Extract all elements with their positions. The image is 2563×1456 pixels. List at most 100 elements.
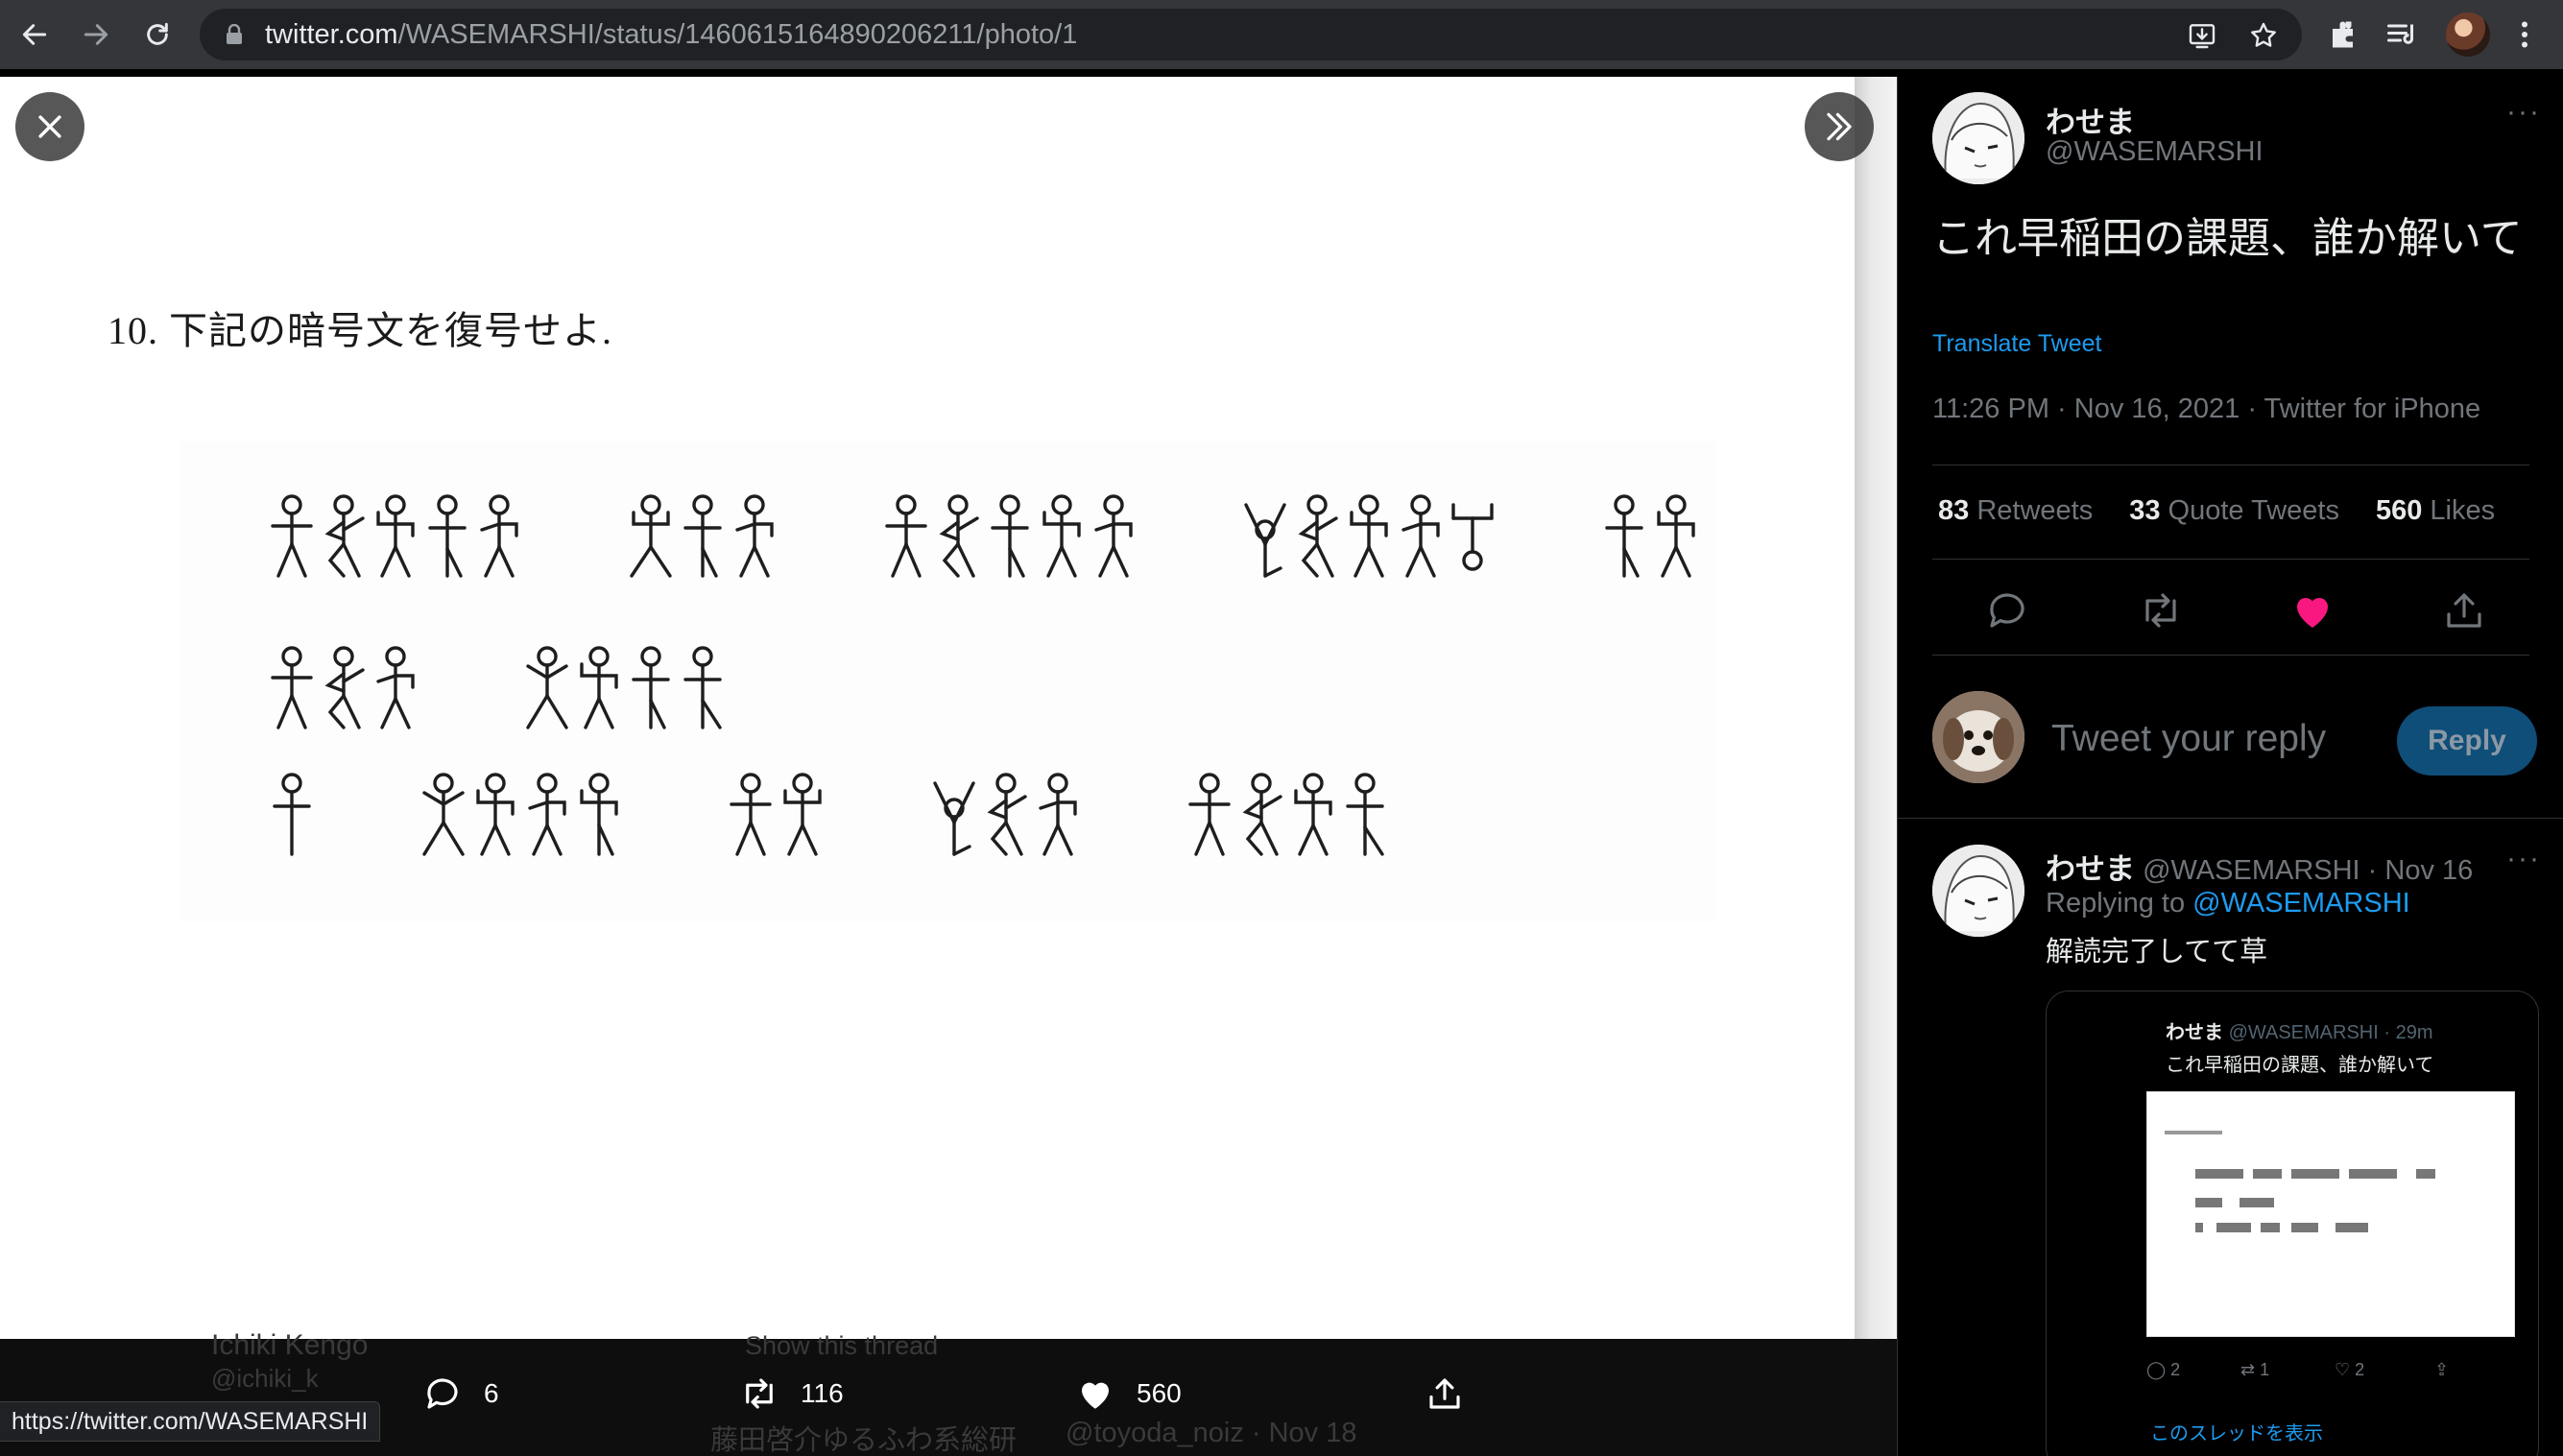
retweets-stat[interactable]: 83 Retweets	[1938, 495, 2093, 527]
divider	[1898, 818, 2563, 819]
forward-button[interactable]	[75, 13, 117, 56]
extensions-puzzle-icon[interactable]	[2327, 17, 2361, 52]
media-queue-icon[interactable]	[2384, 17, 2419, 52]
cipher-row-3	[269, 770, 1494, 861]
more-options-icon[interactable]: ···	[2506, 843, 2541, 875]
replying-to: Replying to @WASEMARSHI	[2046, 888, 2410, 919]
reply-author-name[interactable]: わせま	[2046, 852, 2135, 886]
like-action[interactable]: 560	[1075, 1373, 1182, 1414]
photo-viewer: 10. 下記の暗号文を復号せよ. Ichiki Kengo @ichiki_k …	[0, 69, 1897, 1456]
stick-figure-icon	[1188, 773, 1231, 856]
anime-avatar-icon	[1932, 845, 2024, 937]
reply-bubble-icon[interactable]	[1984, 587, 2030, 633]
stick-figure-icon	[730, 773, 772, 856]
double-chevron-right-icon	[1827, 112, 1852, 141]
stick-figure-icon	[1605, 494, 1643, 578]
tweet-sidebar: わせま @WASEMARSHI ··· これ早稲田の課題、誰か解いて Trans…	[1897, 77, 2563, 1456]
like-count: 560	[1137, 1378, 1182, 1408]
cipher-word	[524, 643, 726, 734]
tweet-meta: 11:26 PM · Nov 16, 2021 · Twitter for iP…	[1932, 394, 2481, 424]
bookmark-star-icon[interactable]	[2248, 20, 2279, 51]
profile-avatar[interactable]	[2446, 12, 2490, 57]
dog-avatar-icon	[1932, 691, 2024, 783]
reply-header: わせま @WASEMARSHI · Nov 16	[2046, 845, 2473, 888]
replying-to-link[interactable]: @WASEMARSHI	[2192, 888, 2410, 919]
stick-figure-icon	[526, 646, 568, 729]
photo-image: 10. 下記の暗号文を復号せよ.	[0, 77, 1855, 1339]
retweet-action[interactable]: 116	[739, 1373, 844, 1414]
stick-figure-icon	[580, 773, 618, 856]
back-button[interactable]	[13, 13, 56, 56]
stick-figure-icon	[580, 646, 618, 729]
stick-figure-icon	[1451, 503, 1494, 571]
ghost-reply-name: Ichiki Kengo	[211, 1329, 369, 1361]
translate-link[interactable]: Translate Tweet	[1932, 330, 2101, 358]
quoted-retweets: ⇄ 1	[2240, 1360, 2270, 1379]
author-avatar[interactable]	[1932, 92, 2024, 184]
stick-figure-icon	[528, 773, 566, 856]
reply-bubble-icon	[427, 1378, 458, 1409]
stick-figure-icon	[1244, 503, 1286, 578]
lock-icon	[227, 24, 242, 44]
ghost-reply-handle-2: @toyoda_noiz · Nov 18	[1066, 1418, 1357, 1448]
my-avatar[interactable]	[1932, 691, 2024, 783]
stick-figure-icon	[273, 773, 311, 856]
heart-icon	[1082, 1382, 1109, 1409]
retweet-icon[interactable]	[2138, 587, 2184, 633]
kebab-menu-icon[interactable]	[2507, 17, 2542, 52]
stick-figure-icon	[683, 646, 722, 729]
reply-author-handle[interactable]: @WASEMARSHI · Nov 16	[2143, 855, 2473, 886]
retweet-count: 116	[801, 1378, 844, 1408]
stick-figure-icon	[1242, 773, 1282, 856]
share-icon[interactable]	[2441, 587, 2487, 633]
stick-figure-icon	[885, 494, 927, 578]
arrow-left-icon	[22, 24, 47, 45]
expand-sidebar-button[interactable]	[1805, 92, 1874, 161]
cipher-word	[269, 770, 315, 861]
stick-figure-icon	[1094, 494, 1133, 578]
stick-figure-icon	[1401, 494, 1440, 578]
show-thread-link[interactable]: このスレッドを表示	[2150, 1418, 2323, 1445]
reply-action[interactable]: 6	[422, 1373, 499, 1414]
reload-button[interactable]	[136, 13, 179, 56]
address-bar[interactable]: twitter.com/WASEMARSHI/status/1460615164…	[200, 9, 2302, 60]
more-options-icon[interactable]: ···	[2506, 96, 2541, 129]
ghost-reply-handle: @ichiki_k	[211, 1364, 319, 1393]
reply-author-avatar[interactable]	[1932, 845, 2024, 937]
reply-count: 6	[484, 1378, 499, 1408]
author-name[interactable]: わせま	[2046, 98, 2135, 141]
quoted-image	[2146, 1091, 2515, 1337]
cipher-word	[269, 643, 419, 734]
cipher-word	[1601, 491, 1699, 583]
stick-figure-icon	[632, 646, 670, 729]
stick-figure-icon	[933, 781, 975, 856]
author-handle[interactable]: @WASEMARSHI	[2046, 136, 2264, 168]
tweet-text: これ早稲田の課題、誰か解いて	[1932, 215, 2523, 262]
cipher-word	[883, 491, 1137, 583]
quote-tweets-stat[interactable]: 33 Quote Tweets	[2129, 495, 2339, 527]
link-status-bar: https://twitter.com/WASEMARSHI	[0, 1401, 381, 1442]
likes-stat[interactable]: 560 Likes	[2376, 495, 2495, 527]
reply-input[interactable]: Tweet your reply	[2051, 718, 2326, 760]
quoted-text: これ早稲田の課題、誰か解いて	[2166, 1055, 2434, 1076]
quoted-stats: ◯ 2 ⇄ 1 ♡ 2 ⇪ このスレッドを表示	[2146, 1349, 2536, 1456]
close-button[interactable]	[15, 92, 84, 161]
stick-figure-icon	[376, 646, 415, 729]
cipher-word	[1186, 770, 1388, 861]
cipher-word	[1242, 491, 1496, 583]
stick-figure-icon	[987, 773, 1027, 856]
reply-button[interactable]: Reply	[2397, 706, 2537, 776]
anime-avatar-icon	[1932, 92, 2024, 184]
install-app-icon[interactable]	[2187, 20, 2217, 51]
quoted-screenshot: わせま @WASEMARSHI · 29m これ早稲田の課題、誰か解いて ◯ 2…	[2146, 1003, 2536, 1456]
question-text: 10. 下記の暗号文を復号せよ.	[108, 309, 612, 352]
stick-figure-icon	[422, 773, 465, 856]
heart-filled-icon[interactable]	[2289, 587, 2335, 633]
share-action[interactable]	[1425, 1373, 1465, 1414]
cipher-word	[728, 770, 826, 861]
close-icon	[38, 115, 61, 138]
cipher-thumbnail-icon	[2165, 1131, 2435, 1232]
divider	[1932, 559, 2529, 560]
stick-figure-icon	[1298, 494, 1338, 578]
reply-media[interactable]: わせま @WASEMARSHI · 29m これ早稲田の課題、誰か解いて ◯ 2…	[2046, 991, 2539, 1456]
